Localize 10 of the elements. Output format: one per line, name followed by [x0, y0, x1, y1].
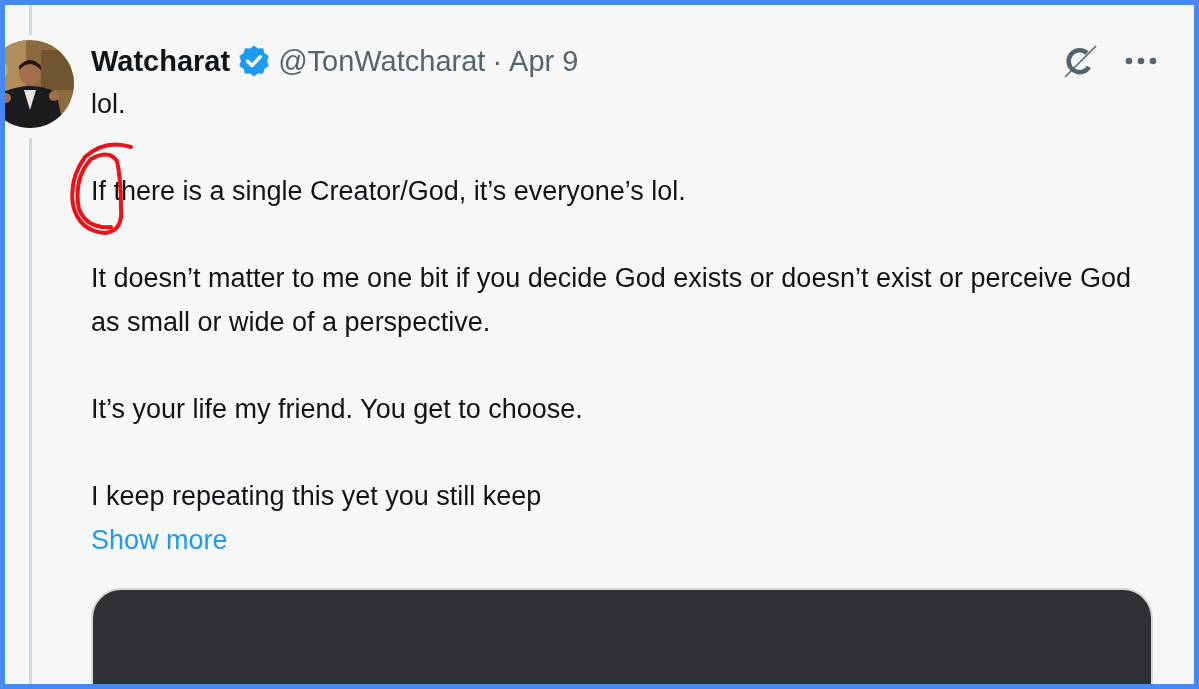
media-card[interactable]	[91, 588, 1153, 684]
post-date[interactable]: Apr 9	[509, 44, 579, 78]
author-name[interactable]: Watcharat	[91, 44, 231, 78]
post-paragraph: It doesn’t matter to me one bit if you decide God exists or doesn’t exist or perceive God as small or wide of a perspective.	[91, 262, 1133, 339]
author-handle[interactable]: @TonWatcharat	[278, 44, 486, 78]
separator-dot: ·	[492, 44, 503, 78]
post-paragraph: lol.	[91, 88, 127, 121]
post-paragraph: I keep repeating this yet you still keep	[91, 480, 543, 513]
post-paragraph: It’s your life my friend. You get to choose.	[91, 393, 584, 426]
more-icon[interactable]	[1125, 56, 1157, 66]
